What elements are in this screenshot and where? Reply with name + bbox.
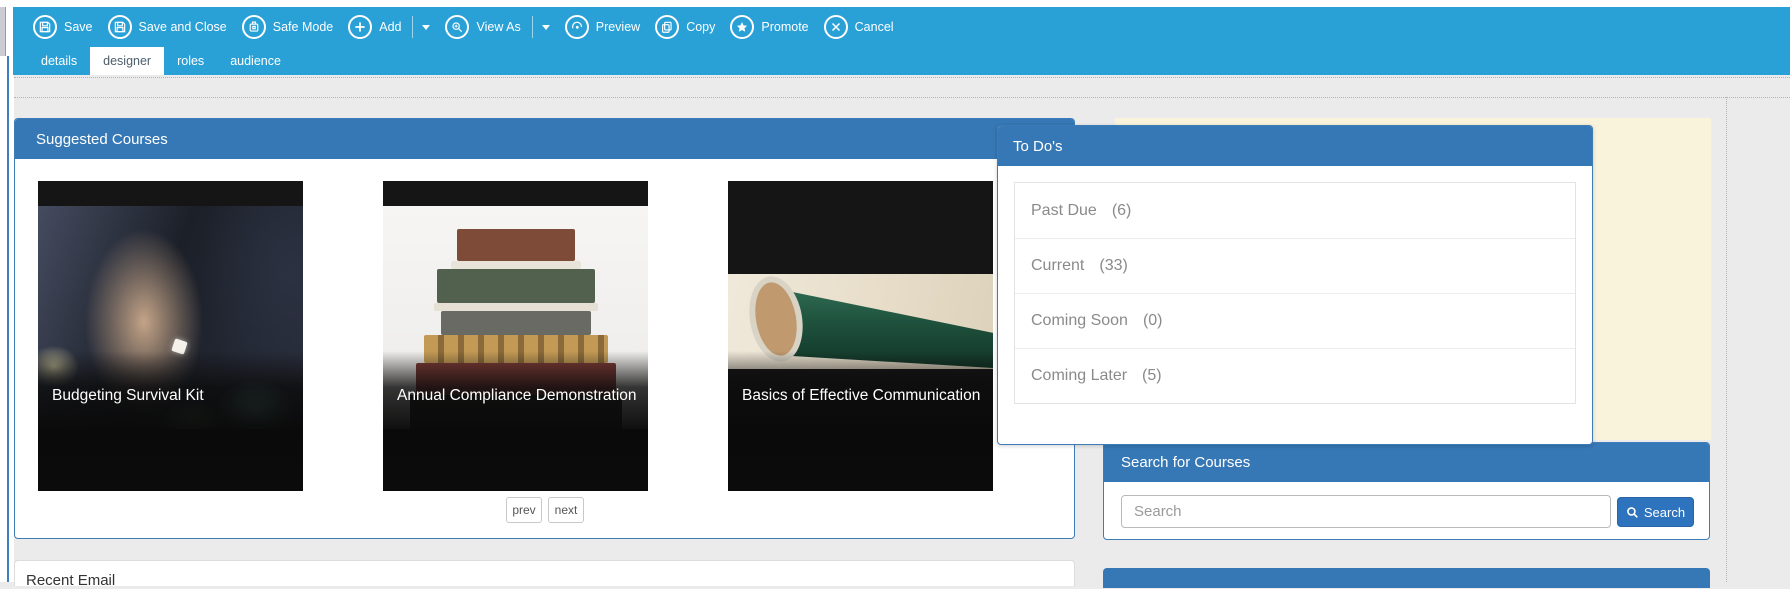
preview-button[interactable]: Preview: [565, 15, 640, 39]
promote-icon: [730, 15, 754, 39]
todos-title: To Do's: [1013, 138, 1063, 155]
suggested-courses-title: Suggested Courses: [36, 131, 168, 148]
course-card-communication[interactable]: Basics of Effective Communication: [728, 181, 993, 491]
book-decoration: [457, 229, 575, 261]
todo-label: Past Due: [1031, 202, 1097, 220]
card-title-overlay: [38, 351, 303, 491]
course-card-compliance[interactable]: Annual Compliance Demonstration: [383, 181, 648, 491]
todo-label: Coming Soon: [1031, 312, 1128, 330]
designer-toolbar: Save Save and Close Safe Mode: [13, 7, 1790, 75]
todo-count: (0): [1143, 312, 1163, 330]
safe-mode-label: Safe Mode: [273, 20, 333, 34]
search-for-courses-panel: Search for Courses Search: [1103, 442, 1710, 540]
save-and-close-button[interactable]: Save and Close: [108, 15, 227, 39]
left-edge-strip: [0, 0, 6, 56]
tab-audience-label: audience: [230, 54, 281, 68]
tab-audience[interactable]: audience: [217, 47, 294, 75]
search-panel-body: Search: [1104, 482, 1709, 539]
preview-label: Preview: [596, 20, 640, 34]
card-title-overlay: [383, 351, 648, 491]
promote-button[interactable]: Promote: [730, 15, 808, 39]
recent-email-panel: Recent Email: [14, 560, 1075, 586]
book-decoration: [437, 269, 595, 303]
view-as-dropdown-caret[interactable]: [542, 25, 550, 30]
todo-count: (5): [1142, 367, 1162, 385]
search-panel-header[interactable]: Search for Courses: [1104, 443, 1709, 482]
todo-label: Coming Later: [1031, 367, 1127, 385]
course-card-budgeting[interactable]: Budgeting Survival Kit: [38, 181, 303, 491]
tab-designer[interactable]: designer: [90, 47, 164, 75]
book-decoration: [434, 303, 598, 311]
copy-icon: [655, 15, 679, 39]
course-title: Basics of Effective Communication: [742, 387, 985, 405]
cancel-icon: [824, 15, 848, 39]
tab-details-label: details: [41, 54, 77, 68]
save-icon: [108, 15, 132, 39]
designer-tabs: details designer roles audience: [13, 47, 1790, 75]
view-as-button[interactable]: View As: [445, 15, 520, 39]
cancel-label: Cancel: [855, 20, 894, 34]
save-label: Save: [64, 20, 93, 34]
search-button[interactable]: Search: [1617, 497, 1694, 527]
todo-item-coming-soon[interactable]: Coming Soon (0): [1015, 293, 1575, 348]
todo-item-current[interactable]: Current (33): [1015, 238, 1575, 293]
todos-panel[interactable]: To Do's Past Due (6) Current (33) Coming…: [997, 125, 1593, 445]
course-title: Annual Compliance Demonstration: [397, 387, 640, 405]
search-icon: [1626, 506, 1639, 519]
search-input[interactable]: [1121, 495, 1611, 528]
region-selection-border: [7, 56, 9, 582]
add-label: Add: [379, 20, 401, 34]
add-button[interactable]: Add: [348, 15, 401, 39]
book-decoration: [451, 261, 581, 269]
course-title: Budgeting Survival Kit: [52, 387, 295, 405]
add-dropdown-caret[interactable]: [422, 25, 430, 30]
region-divider-vertical: [1726, 97, 1727, 582]
toolbar-buttons-row: Save Save and Close Safe Mode: [13, 7, 1790, 47]
region-divider: [14, 97, 1790, 98]
todo-count: (33): [1099, 257, 1127, 275]
todo-item-coming-later[interactable]: Coming Later (5): [1015, 348, 1575, 403]
recent-email-title: Recent Email: [26, 572, 115, 589]
search-panel-title: Search for Courses: [1121, 454, 1250, 471]
next-button[interactable]: next: [548, 497, 584, 523]
toolbar-separator: [532, 16, 533, 38]
view-as-icon: [445, 15, 469, 39]
suggested-courses-panel: Suggested Courses Budgeting Survival Kit…: [14, 118, 1075, 539]
cancel-button[interactable]: Cancel: [824, 15, 894, 39]
copy-button[interactable]: Copy: [655, 15, 715, 39]
bottom-right-panel-header[interactable]: [1103, 568, 1710, 588]
tab-roles-label: roles: [177, 54, 204, 68]
carousel-pager: prev next: [506, 497, 584, 523]
todo-label: Current: [1031, 257, 1084, 275]
copy-label: Copy: [686, 20, 715, 34]
search-button-label: Search: [1644, 505, 1685, 520]
card-title-overlay: [728, 351, 993, 491]
preview-icon: [565, 15, 589, 39]
tab-designer-label: designer: [103, 54, 151, 68]
tab-details[interactable]: details: [28, 47, 90, 75]
add-icon: [348, 15, 372, 39]
save-icon: [33, 15, 57, 39]
safe-mode-icon: [242, 15, 266, 39]
todo-count: (6): [1112, 202, 1132, 220]
safe-mode-button[interactable]: Safe Mode: [242, 15, 333, 39]
suggested-courses-header[interactable]: Suggested Courses: [15, 119, 1074, 159]
save-and-close-label: Save and Close: [139, 20, 227, 34]
todos-header[interactable]: To Do's: [998, 126, 1592, 166]
tab-roles[interactable]: roles: [164, 47, 217, 75]
region-divider: [14, 77, 1790, 78]
save-button[interactable]: Save: [33, 15, 93, 39]
view-as-label: View As: [476, 20, 520, 34]
toolbar-separator: [412, 16, 413, 38]
todo-item-past-due[interactable]: Past Due (6): [1015, 183, 1575, 238]
top-margin: [0, 0, 1790, 7]
promote-label: Promote: [761, 20, 808, 34]
prev-button[interactable]: prev: [506, 497, 542, 523]
todos-list: Past Due (6) Current (33) Coming Soon (0…: [1014, 182, 1576, 404]
book-decoration: [441, 311, 591, 335]
